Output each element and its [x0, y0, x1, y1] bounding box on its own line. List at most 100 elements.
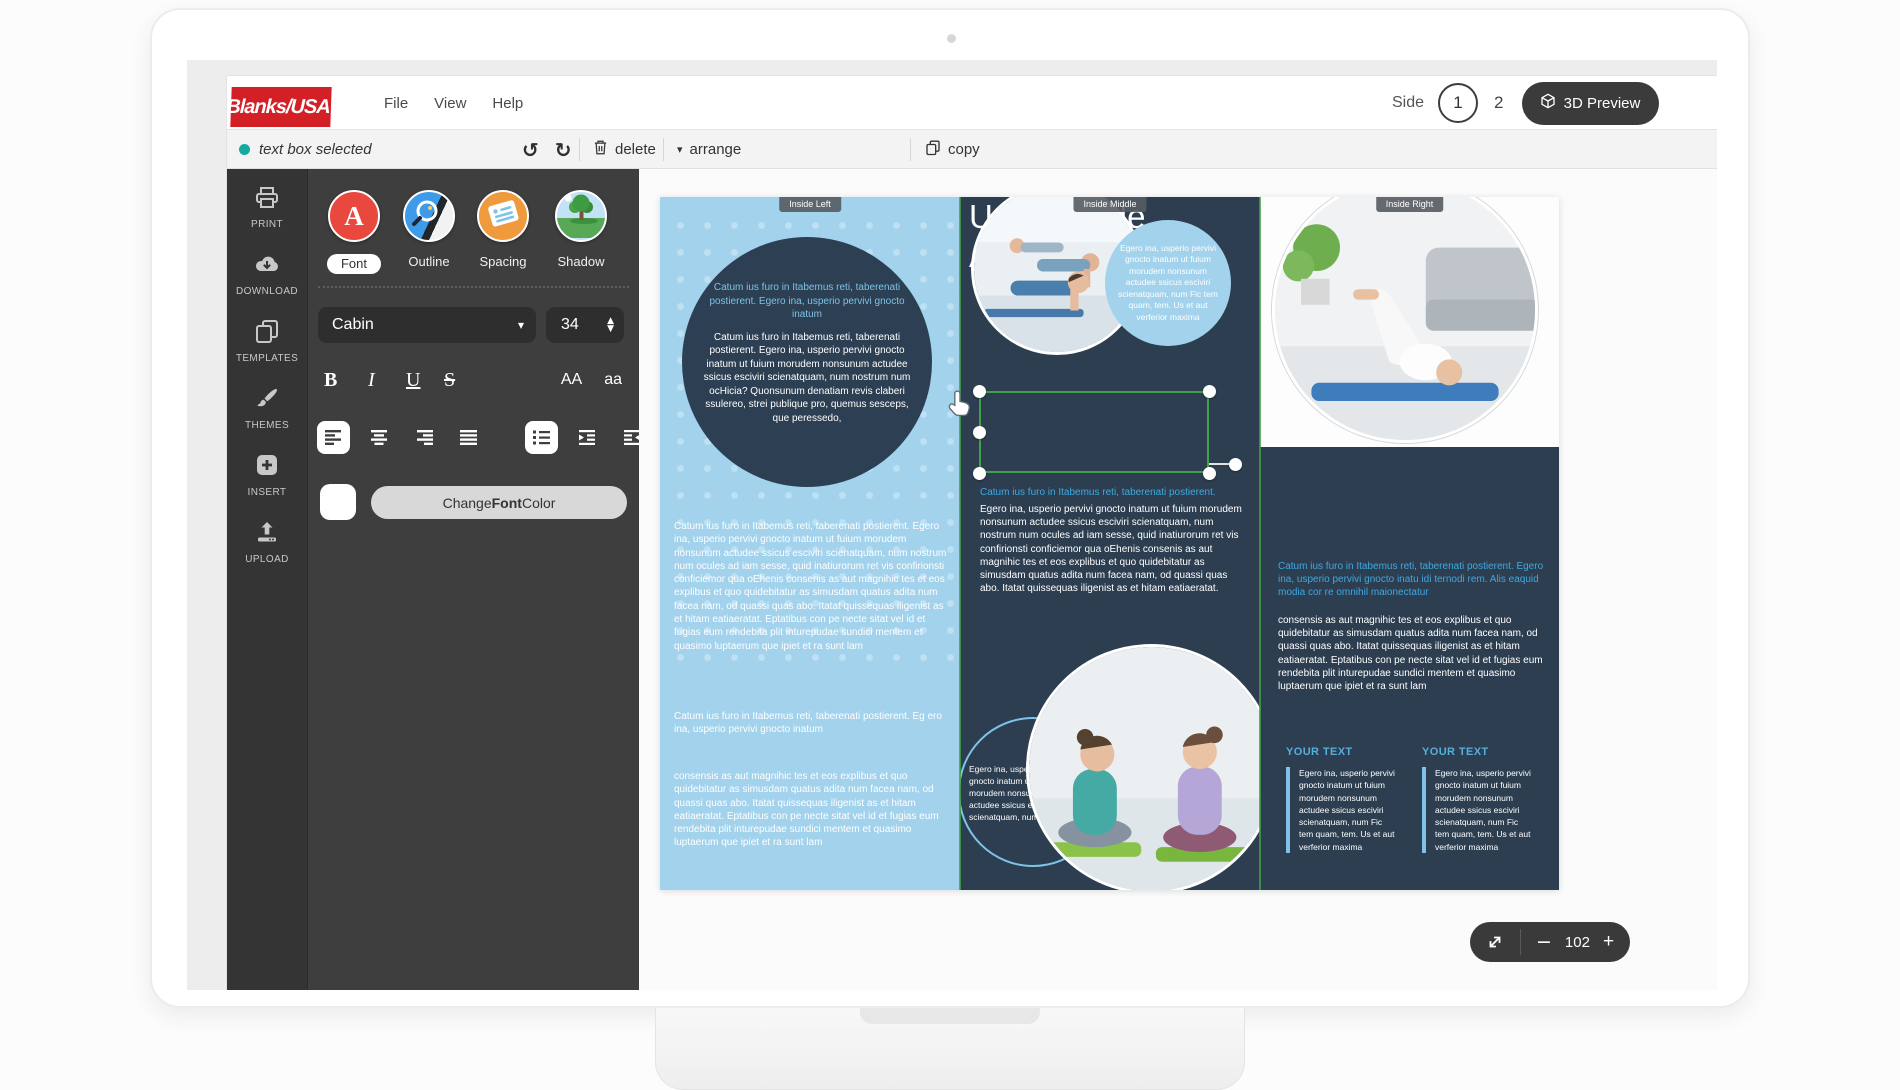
- copy-button[interactable]: copy: [925, 130, 980, 169]
- font-size-stepper[interactable]: 34 ▲ ▼: [546, 307, 624, 343]
- sidebar-item-insert[interactable]: INSERT: [227, 453, 307, 520]
- brochure-artboard[interactable]: Inside Left Catum ius furo in Itabemus r…: [660, 197, 1559, 890]
- sidebar-item-label: INSERT: [248, 487, 287, 498]
- color-button-text-bold: Font: [492, 495, 522, 511]
- strikethrough-button[interactable]: S: [444, 369, 455, 392]
- zoom-out-button[interactable]: −: [1536, 931, 1552, 953]
- tab-spacing[interactable]: [477, 190, 529, 242]
- left-paragraph-1[interactable]: Catum ius furo in Itabemus reti, taberen…: [674, 520, 948, 653]
- bold-button[interactable]: B: [324, 369, 337, 392]
- undo-button[interactable]: ↺: [522, 138, 539, 162]
- templates-icon: [255, 319, 279, 353]
- arrange-button[interactable]: ▾ arrange: [677, 130, 741, 169]
- menu-file[interactable]: File: [384, 95, 408, 112]
- change-font-color-button[interactable]: Change Font Color: [371, 486, 627, 519]
- lowercase-button[interactable]: aa: [604, 371, 622, 389]
- panel-divider: [318, 286, 629, 288]
- toolbar-separator: [910, 138, 911, 161]
- align-right-button[interactable]: [407, 421, 440, 454]
- tab-spacing-label[interactable]: Spacing: [480, 254, 527, 269]
- selection-handle-bottom-left[interactable]: [973, 467, 986, 480]
- left-paragraph-2[interactable]: Catum ius furo in Itabemus reti, taberen…: [674, 710, 948, 737]
- side-page-1-number: 1: [1453, 93, 1462, 113]
- fold-guide-line: [959, 197, 961, 890]
- brochure-panel-inside-right[interactable]: Inside Right Catum ius furo in Itabemus …: [1260, 197, 1559, 890]
- trash-icon: [593, 139, 608, 161]
- tab-shadow-label[interactable]: Shadow: [558, 254, 605, 269]
- underline-button[interactable]: U: [406, 369, 420, 392]
- sidebar-item-label: TEMPLATES: [236, 353, 298, 364]
- 3d-preview-label: 3D Preview: [1564, 95, 1641, 112]
- zoom-in-button[interactable]: +: [1603, 931, 1614, 953]
- redo-button[interactable]: ↻: [555, 138, 572, 162]
- right-body-text[interactable]: consensis as aut magnihic tes et eos exp…: [1278, 614, 1546, 693]
- font-color-swatch[interactable]: [320, 484, 356, 520]
- side-page-1-button[interactable]: 1: [1438, 83, 1478, 123]
- text-tool-panel: A Font Outline Spacing Shadow: [307, 169, 639, 990]
- your-text-column-2[interactable]: YOUR TEXT Egero ina, usperio pervivi gno…: [1422, 746, 1534, 853]
- panel-tag: Inside Right: [1376, 197, 1444, 212]
- selection-handle-top-right[interactable]: [1203, 385, 1216, 398]
- expand-icon[interactable]: [1470, 933, 1520, 951]
- text-style-row: B I U S AA aa: [308, 369, 640, 399]
- circle-heading[interactable]: Catum ius furo in Itabemus reti, taberen…: [709, 281, 905, 322]
- sidebar-item-upload[interactable]: UPLOAD: [227, 520, 307, 587]
- cube-icon: [1540, 93, 1556, 113]
- tab-outline[interactable]: [403, 190, 455, 242]
- zoom-control: − 102 +: [1470, 922, 1630, 962]
- align-center-button[interactable]: [362, 421, 395, 454]
- italic-button[interactable]: I: [368, 369, 375, 392]
- tab-shadow[interactable]: [555, 190, 607, 242]
- photo-yoga-meditation[interactable]: [1026, 644, 1260, 890]
- align-justify-button[interactable]: [452, 421, 485, 454]
- font-family-dropdown[interactable]: Cabin ▾: [318, 307, 536, 343]
- zoom-value: 102: [1565, 934, 1590, 951]
- circle-body[interactable]: Catum ius furo in Itabemus reti, taberen…: [699, 331, 915, 426]
- sidebar-item-templates[interactable]: TEMPLATES: [227, 319, 307, 386]
- case-group: AA aa: [561, 371, 622, 389]
- tab-font[interactable]: A: [328, 190, 380, 242]
- document-lines-icon: [479, 190, 527, 242]
- sidebar-item-themes[interactable]: THEMES: [227, 386, 307, 453]
- bullet-list-button[interactable]: [525, 421, 558, 454]
- tab-outline-label[interactable]: Outline: [408, 254, 449, 269]
- side-label: Side: [1392, 94, 1424, 112]
- selection-handle-bottom-right[interactable]: [1203, 467, 1216, 480]
- middle-subheading[interactable]: Catum ius furo in Itabemus reti, taberen…: [980, 487, 1244, 498]
- sidebar-item-download[interactable]: DOWNLOAD: [227, 252, 307, 319]
- indent-increase-button[interactable]: [570, 421, 603, 454]
- navy-circle-text-block[interactable]: Catum ius furo in Itabemus reti, taberen…: [682, 237, 932, 487]
- left-icon-rail: PRINT DOWNLOAD TEMPLATES THEMES: [227, 169, 307, 990]
- selection-handle-mid-left[interactable]: [973, 426, 986, 439]
- brochure-panel-inside-middle[interactable]: Inside Middle Egero ina, usperio pervivi…: [960, 197, 1260, 890]
- sidebar-item-label: PRINT: [251, 219, 283, 230]
- page: Blanks/USA® File View Help Side 1 2: [0, 0, 1900, 1090]
- side-page-2-button[interactable]: 2: [1494, 93, 1503, 113]
- stepper-down-icon[interactable]: ▼: [607, 325, 614, 333]
- middle-body-text[interactable]: Egero ina, usperio pervivi gnocto inatum…: [980, 503, 1244, 595]
- rotate-handle[interactable]: [1229, 458, 1242, 471]
- menu-view[interactable]: View: [434, 95, 466, 112]
- delete-button[interactable]: delete: [593, 130, 656, 169]
- status-dot-icon: [239, 144, 250, 155]
- brochure-panel-inside-left[interactable]: Inside Left Catum ius furo in Itabemus r…: [660, 197, 960, 890]
- selected-text-box[interactable]: [979, 391, 1209, 473]
- design-editor-window: Blanks/USA® File View Help Side 1 2: [227, 76, 1717, 990]
- menu-help[interactable]: Help: [492, 95, 523, 112]
- left-paragraph-3[interactable]: consensis as aut magnihic tes et eos exp…: [674, 770, 948, 850]
- blue-circle-text[interactable]: Egero ina, usperio pervivi gnocto inatum…: [1105, 220, 1231, 346]
- chevron-down-icon: ▾: [677, 143, 683, 156]
- pill-divider: [1520, 929, 1521, 955]
- copy-icon: [925, 139, 941, 161]
- font-family-value: Cabin: [332, 316, 518, 334]
- uppercase-button[interactable]: AA: [561, 371, 582, 389]
- sidebar-item-print[interactable]: PRINT: [227, 185, 307, 252]
- tab-font-label[interactable]: Font: [327, 254, 381, 274]
- align-left-button[interactable]: [317, 421, 350, 454]
- right-heading[interactable]: Catum ius furo in Itabemus reti, taberen…: [1278, 560, 1544, 600]
- selection-handle-top-left[interactable]: [973, 385, 986, 398]
- your-text-column-1[interactable]: YOUR TEXT Egero ina, usperio pervivi gno…: [1286, 746, 1398, 853]
- upload-icon: [255, 520, 279, 554]
- selection-status: text box selected: [239, 130, 372, 169]
- 3d-preview-button[interactable]: 3D Preview: [1522, 82, 1659, 125]
